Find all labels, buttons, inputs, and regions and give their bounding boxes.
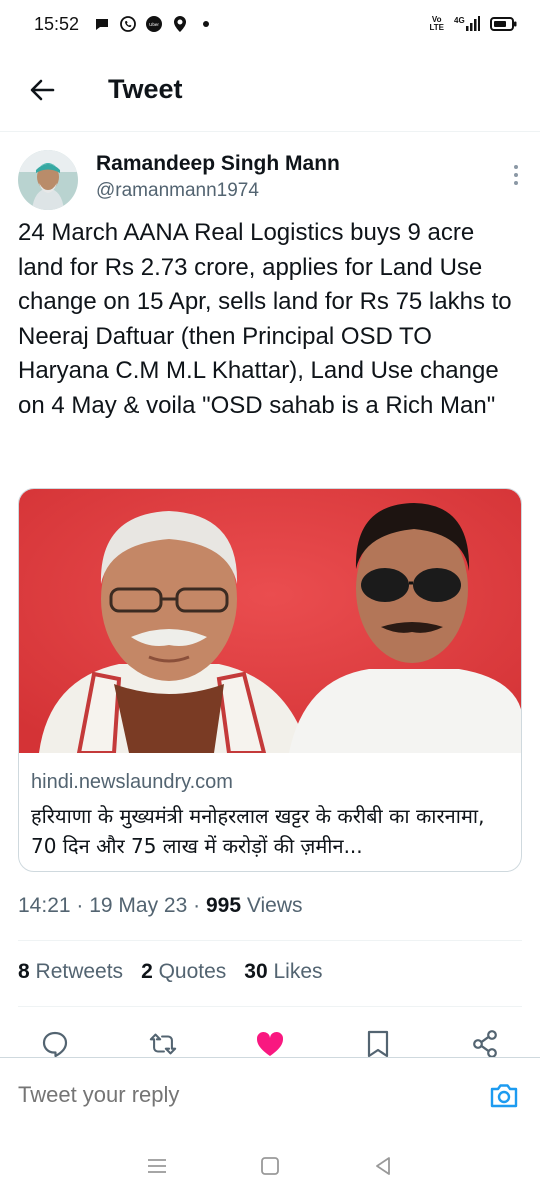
dot-icon (197, 15, 215, 33)
system-indicators: Vo LTE 4G (429, 15, 518, 33)
retweets-label: Retweets (29, 960, 124, 983)
camera-button[interactable] (488, 1080, 520, 1112)
camera-icon (490, 1084, 518, 1108)
likes-label: Likes (267, 960, 323, 983)
more-vertical-icon (514, 165, 518, 169)
link-preview-card[interactable]: hindi.newslaundry.com हरियाणा के मुख्यमं… (18, 488, 522, 872)
quotes-stat[interactable]: 2 Quotes (141, 960, 226, 984)
notification-icons: Uber (93, 15, 215, 33)
more-options-button[interactable] (504, 160, 528, 190)
whatsapp-icon (119, 15, 137, 33)
status-bar: 15:52 Uber Vo LTE 4G (0, 0, 540, 48)
author-name[interactable]: Ramandeep Singh Mann (96, 152, 340, 176)
tweet-text: 24 March AANA Real Logistics buys 9 acre… (18, 219, 512, 419)
recents-button[interactable] (142, 1151, 172, 1181)
reply-icon (42, 1031, 68, 1058)
home-icon (261, 1156, 279, 1175)
signal-4g-icon: 4G (454, 15, 480, 33)
author-handle: @ramanmann1974 (96, 180, 259, 201)
like-button[interactable] (255, 1029, 285, 1059)
card-title: हरियाणा के मुख्यमंत्री मनोहरलाल खट्टर के… (31, 804, 485, 858)
share-button[interactable] (470, 1029, 500, 1059)
volte-bottom: LTE (429, 23, 444, 32)
location-icon (171, 15, 189, 33)
divider (18, 940, 522, 941)
tweet-time: 14:21 (18, 894, 71, 917)
tweet-author: Ramandeep Singh Mann @ramanmann1974 (18, 150, 528, 210)
views-count: 995 (205, 894, 242, 917)
tweet-date: 19 May 23 (89, 894, 188, 917)
retweets-stat[interactable]: 8 Retweets (18, 960, 123, 984)
tweet-meta: 14:21 · 19 May 23 · 995 Views (18, 894, 303, 918)
meta-separator: · (70, 894, 90, 917)
system-nav-bar (0, 1131, 540, 1200)
reply-bar (0, 1057, 540, 1131)
retweets-count: 8 (18, 960, 30, 983)
tweet-stats: 8 Retweets 2 Quotes 30 Likes (18, 960, 323, 984)
more-vertical-icon (514, 181, 518, 185)
back-icon (376, 1156, 391, 1175)
battery-icon (490, 15, 518, 33)
arrow-left-icon (30, 79, 55, 100)
share-icon (473, 1030, 497, 1058)
card-image (19, 489, 521, 755)
quotes-label: Quotes (152, 960, 227, 983)
bookmark-button[interactable] (363, 1029, 393, 1059)
top-app-bar: Tweet (0, 48, 540, 132)
meta-separator: · (187, 894, 206, 917)
status-time: 15:52 (34, 13, 80, 34)
likes-stat[interactable]: 30 Likes (244, 960, 322, 984)
reply-input[interactable] (18, 1082, 458, 1108)
chat-bubble-icon (93, 15, 111, 33)
svg-text:Uber: Uber (149, 22, 159, 27)
like-icon (256, 1031, 284, 1056)
back-button[interactable] (22, 70, 62, 110)
menu-icon (147, 1158, 166, 1173)
home-button[interactable] (255, 1151, 285, 1181)
avatar[interactable] (18, 150, 78, 210)
bookmark-icon (367, 1030, 388, 1058)
quotes-count: 2 (141, 960, 153, 983)
reply-button[interactable] (40, 1029, 70, 1059)
retweet-icon (149, 1033, 176, 1055)
views-label: Views (241, 894, 303, 917)
card-domain: hindi.newslaundry.com (31, 771, 233, 793)
volte-icon: Vo LTE (429, 16, 444, 32)
retweet-button[interactable] (148, 1029, 178, 1059)
more-vertical-icon (514, 173, 518, 177)
system-back-button[interactable] (368, 1151, 398, 1181)
page-title: Tweet (108, 74, 183, 104)
divider (18, 1006, 522, 1007)
svg-text:4G: 4G (454, 16, 465, 25)
likes-count: 30 (244, 960, 268, 983)
uber-icon: Uber (145, 15, 163, 33)
